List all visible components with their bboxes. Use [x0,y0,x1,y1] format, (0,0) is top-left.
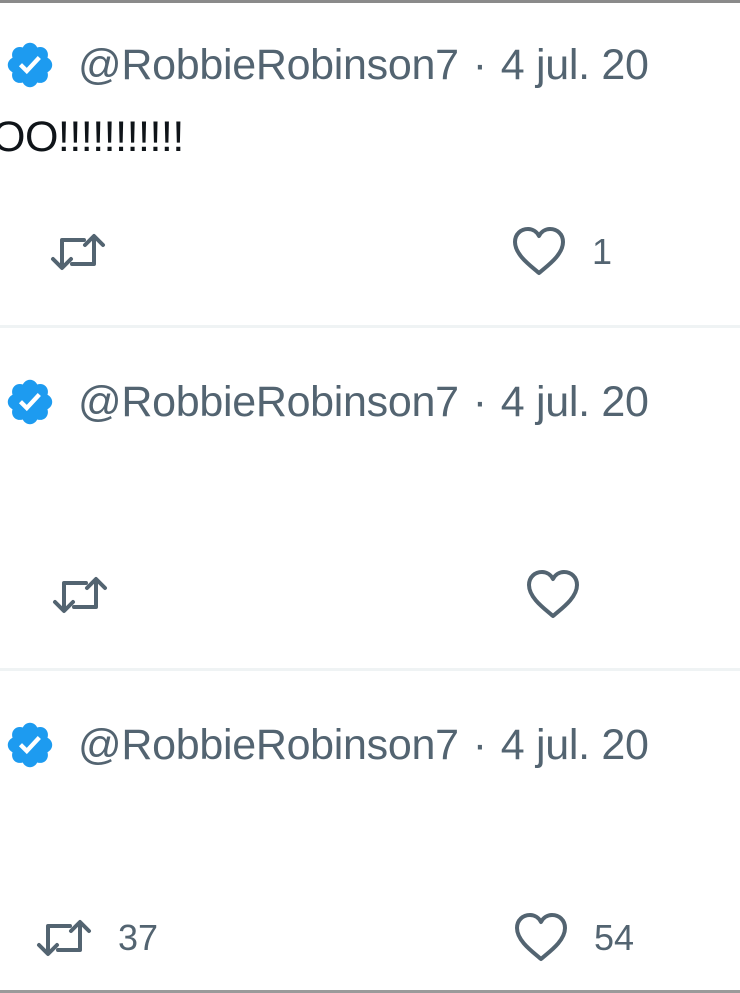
heart-icon [510,225,568,279]
tweet-header: @RobbieRobinson7 · 4 jul. 20 [0,376,649,428]
like-button[interactable] [524,568,606,622]
retweet-icon [48,227,108,277]
heart-icon [524,568,582,622]
tweet-header: @RobbieRobinson7 · 4 jul. 20 [0,719,649,771]
separator-dot: · [472,377,487,426]
verified-badge-icon [4,376,56,428]
tweet-date[interactable]: 4 jul. 20 [501,41,649,90]
heart-icon [512,911,570,965]
retweet-button[interactable] [50,570,134,620]
verified-badge-icon [4,719,56,771]
tweet-1[interactable]: @RobbieRobinson7 · 4 jul. 20 OO!!!!!!!!!… [0,3,740,325]
retweet-button[interactable]: 37 [34,913,158,963]
tweet-date[interactable]: 4 jul. 20 [501,378,649,427]
retweet-icon [34,913,94,963]
verified-badge-icon [4,39,56,91]
separator-dot: · [472,720,487,769]
tweet-2[interactable]: @RobbieRobinson7 · 4 jul. 20 [0,328,740,668]
like-count: 54 [594,917,635,958]
separator-dot: · [472,40,487,89]
like-count: 1 [592,231,613,272]
like-button[interactable]: 1 [510,225,612,279]
author-handle[interactable]: @RobbieRobinson7 [78,721,459,770]
retweet-button[interactable] [48,227,132,277]
author-handle[interactable]: @RobbieRobinson7 [78,41,459,90]
like-button[interactable]: 54 [512,911,634,965]
tweet-date[interactable]: 4 jul. 20 [501,721,649,770]
retweet-icon [50,570,110,620]
tweet-header: @RobbieRobinson7 · 4 jul. 20 [0,39,649,91]
author-handle[interactable]: @RobbieRobinson7 [78,378,459,427]
tweet-text: OO!!!!!!!!!!! [0,113,184,161]
retweet-count: 37 [118,917,159,958]
tweet-3[interactable]: @RobbieRobinson7 · 4 jul. 20 37 54 [0,671,740,990]
